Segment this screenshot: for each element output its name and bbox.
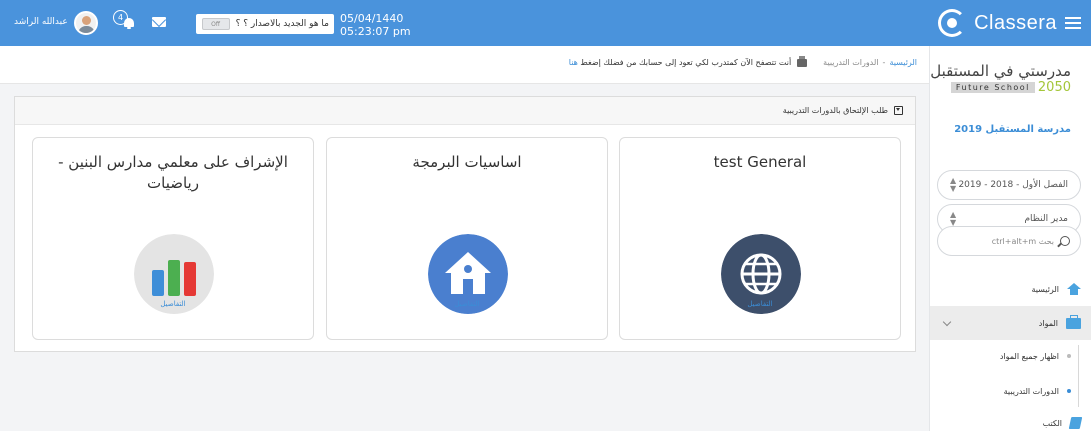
avatar-head bbox=[82, 16, 91, 25]
school-sub-en: Future School bbox=[950, 81, 1035, 93]
school-name: مدرستي في المستقبل bbox=[930, 62, 1071, 80]
role-select-value: مدير النظام bbox=[1024, 214, 1068, 224]
enrollment-panel: طلب الإلتحاق بالدورات التدريبية test Gen… bbox=[14, 96, 916, 352]
course-details-link[interactable]: التفاصيل bbox=[327, 300, 607, 308]
clock-time: 05:23:07 pm bbox=[340, 25, 411, 38]
course-title[interactable]: الإشراف على معلمي مدارس البنين - رياضيات bbox=[43, 152, 303, 194]
sidebar-item-label: الدورات التدريبية bbox=[1003, 386, 1059, 396]
whats-new-toggle[interactable]: Off bbox=[201, 18, 230, 30]
sidebar-item-home[interactable]: الرئيسية bbox=[930, 272, 1091, 306]
select-arrows-icon: ▲ ▼ bbox=[950, 210, 957, 227]
panel-title: طلب الإلتحاق بالدورات التدريبية bbox=[782, 106, 888, 115]
course-details-link[interactable]: التفاصيل bbox=[33, 300, 313, 308]
sidebar-item-label: الرئيسية bbox=[1031, 284, 1059, 294]
bell-body bbox=[124, 18, 134, 27]
sidebar: مدرستي في المستقبل Future School 2050 مد… bbox=[929, 46, 1091, 431]
bell-clapper bbox=[127, 27, 131, 29]
sidebar-item-label: المواد bbox=[1038, 318, 1058, 328]
breadcrumb-bar: الرئيسية - الدورات التدريبية أنت تتصفح ا… bbox=[0, 46, 929, 84]
school-sub-year: 2050 bbox=[1037, 79, 1071, 95]
breadcrumb-current[interactable]: الدورات التدريبية bbox=[823, 58, 878, 67]
sidebar-item-books[interactable]: الكتب bbox=[930, 408, 1091, 431]
search-input[interactable] bbox=[964, 236, 1054, 246]
hamburger-line bbox=[1065, 17, 1081, 19]
semester-select[interactable]: الفصل الأول - 2018 - 2019 ▲ ▼ bbox=[937, 170, 1081, 200]
book-icon bbox=[1068, 417, 1083, 429]
date-time: 05/04/1440 05:23:07 pm bbox=[340, 12, 411, 38]
school-subtitle: Future School 2050 bbox=[950, 79, 1071, 95]
brand-area: Classera bbox=[929, 0, 1091, 46]
semester-select-value: الفصل الأول - 2018 - 2019 bbox=[958, 180, 1068, 190]
course-card-general[interactable]: test General التفاصيل bbox=[619, 137, 901, 340]
home-icon bbox=[1067, 283, 1081, 295]
hamburger-line bbox=[1065, 27, 1081, 29]
hijri-date: 05/04/1440 bbox=[340, 12, 404, 25]
print-icon[interactable] bbox=[797, 55, 808, 67]
course-title[interactable]: اساسيات البرمجة bbox=[337, 152, 597, 173]
bullet-icon bbox=[1067, 354, 1071, 358]
chevron-down-icon[interactable] bbox=[942, 317, 952, 327]
avatar-shoulders bbox=[78, 26, 95, 33]
breadcrumb-home[interactable]: الرئيسية bbox=[889, 58, 917, 67]
panel-header: طلب الإلتحاق بالدورات التدريبية bbox=[15, 97, 915, 125]
school-year-title: مدرسة المستقبل 2019 bbox=[954, 124, 1071, 135]
return-to-account-link[interactable]: هنا bbox=[569, 58, 578, 67]
select-arrows-icon: ▲ ▼ bbox=[950, 176, 957, 193]
course-title[interactable]: test General bbox=[630, 152, 890, 173]
classera-logo-icon[interactable] bbox=[938, 9, 967, 37]
brand-name[interactable]: Classera bbox=[974, 12, 1057, 35]
course-details-link[interactable]: التفاصيل bbox=[620, 300, 900, 308]
user-name[interactable]: عبدالله الراشد bbox=[14, 17, 68, 27]
sidebar-item-label: اظهار جميع المواد bbox=[999, 351, 1059, 361]
sidebar-subitem-all-subjects[interactable]: اظهار جميع المواد bbox=[930, 341, 1091, 371]
briefcase-icon bbox=[1066, 314, 1081, 329]
sidebar-search[interactable] bbox=[937, 226, 1081, 256]
breadcrumb-separator: - bbox=[882, 58, 886, 67]
search-icon[interactable] bbox=[1060, 236, 1070, 246]
whats-new-label: ما هو الجديد بالاصدار ؟ ؟ bbox=[235, 19, 329, 29]
breadcrumb: الرئيسية - الدورات التدريبية أنت تتصفح ا… bbox=[569, 55, 917, 67]
sidebar-item-label: الكتب bbox=[1042, 418, 1062, 428]
mail-icon[interactable] bbox=[152, 17, 166, 27]
trainee-notice-text: أنت تتصفح الآن كمتدرب لكي تعود إلى حسابك… bbox=[580, 58, 792, 67]
avatar[interactable] bbox=[74, 11, 98, 35]
hamburger-menu-icon[interactable] bbox=[1065, 17, 1081, 29]
trainee-notice: أنت تتصفح الآن كمتدرب لكي تعود إلى حسابك… bbox=[569, 58, 791, 67]
hamburger-line bbox=[1065, 22, 1081, 24]
top-bar: عبدالله الراشد 4 ما هو الجديد بالاصدار ؟… bbox=[0, 0, 1091, 46]
course-card-programming[interactable]: اساسيات البرمجة التفاصيل bbox=[326, 137, 608, 340]
sidebar-subitem-training[interactable]: الدورات التدريبية bbox=[930, 376, 1091, 406]
collapse-icon[interactable] bbox=[894, 106, 903, 115]
active-bullet-icon bbox=[1067, 389, 1071, 393]
whats-new-box[interactable]: ما هو الجديد بالاصدار ؟ ؟ Off bbox=[196, 14, 334, 34]
sidebar-item-subjects[interactable]: المواد bbox=[930, 306, 1091, 340]
bell-icon[interactable] bbox=[123, 16, 135, 29]
course-card-supervision[interactable]: الإشراف على معلمي مدارس البنين - رياضيات… bbox=[32, 137, 314, 340]
